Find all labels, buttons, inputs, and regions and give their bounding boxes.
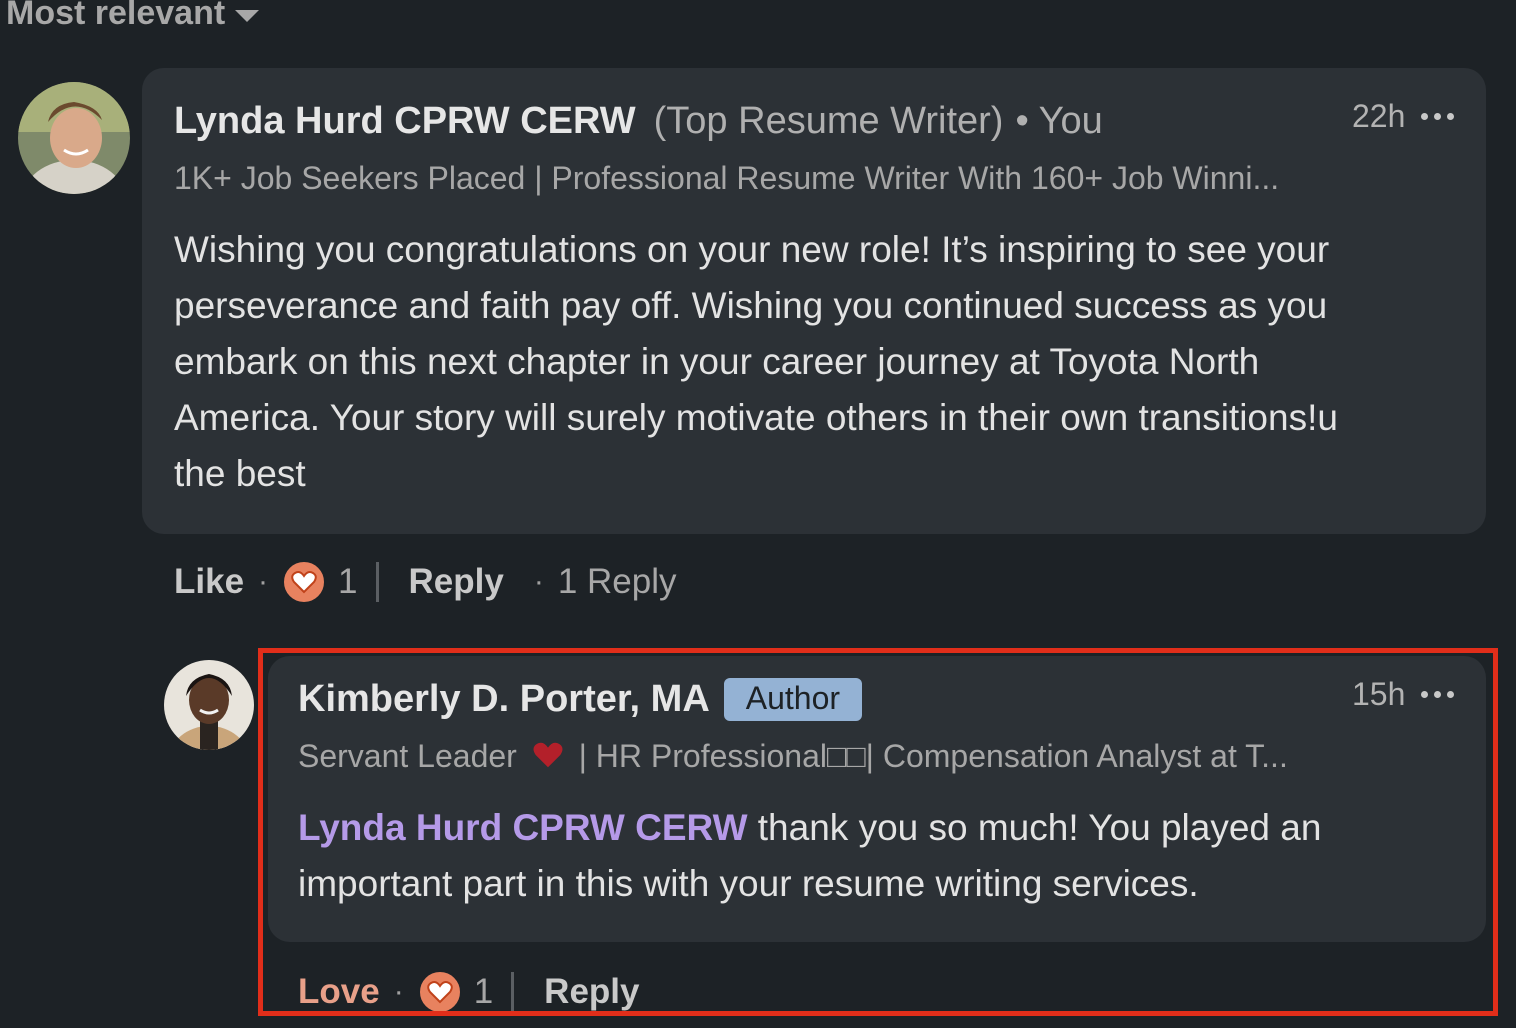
comment-author-relation: • You [1015,100,1103,142]
comment-text-line: embark on this next chapter in your care… [174,341,1260,382]
avatar[interactable] [164,660,254,750]
reaction-count[interactable]: 1 [338,562,357,602]
sort-dropdown[interactable]: Most relevant [6,0,260,33]
comment-author-headline: 1K+ Job Seekers Placed | Professional Re… [174,160,1280,196]
separator-dot: · [533,565,544,598]
comment-author-name[interactable]: Lynda Hurd CPRW CERW [174,100,636,143]
divider [375,562,379,602]
comment-meta: 22h [1352,98,1455,135]
avatar[interactable] [18,82,130,194]
replies-count-link[interactable]: 1 Reply [558,562,677,602]
highlight-box [258,648,1498,1016]
love-reaction-icon[interactable] [282,560,327,604]
caret-down-icon [235,9,260,22]
comment-text-line: America. Your story will surely motivate… [174,397,1338,438]
more-options-icon[interactable] [1421,113,1455,120]
comment-text-line: the best [174,453,306,494]
comment-text-line: perseverance and faith pay off. Wishing … [174,285,1328,326]
comment-author-badge: (Top Resume Writer) [653,100,1004,142]
comment-timestamp: 22h [1352,98,1406,134]
separator-dot: · [258,565,269,598]
comment-header: Lynda Hurd CPRW CERW (Top Resume Writer)… [174,100,1103,143]
sort-label: Most relevant [6,0,226,32]
comment-text-line: Wishing you congratulations on your new … [174,229,1330,270]
comment-text: Wishing you congratulations on your new … [174,222,1464,502]
like-button[interactable]: Like [174,562,244,602]
comment-actions: Like · 1 Reply · 1 Reply [174,560,677,604]
reply-button[interactable]: Reply [409,562,504,602]
